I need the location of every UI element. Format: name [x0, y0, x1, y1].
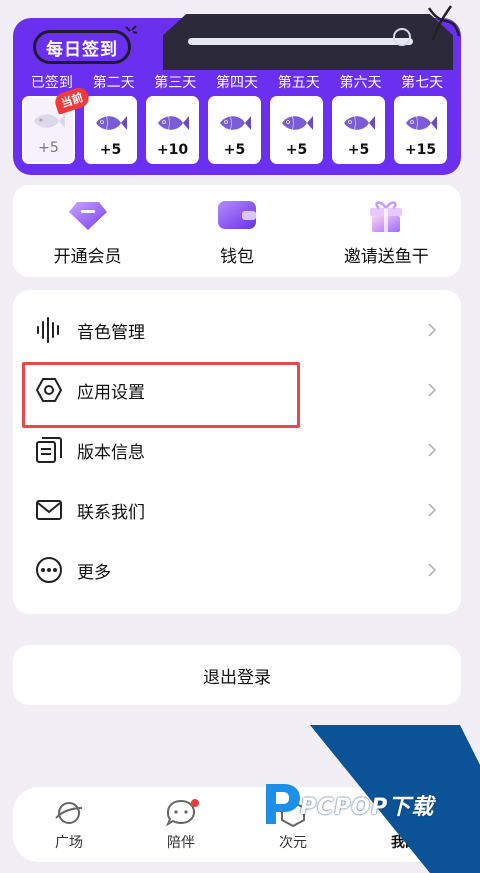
fish-icon	[157, 115, 189, 131]
quick-action-label: 邀请送鱼干	[343, 246, 429, 267]
quick-action-invite[interactable]: 邀请送鱼干	[312, 185, 461, 277]
menu-item-label: 版本信息	[77, 442, 145, 463]
day-label: 第四天	[216, 75, 259, 91]
day-label: 第六天	[339, 75, 382, 91]
watermark-logo-icon	[266, 784, 300, 824]
gift-icon	[370, 200, 403, 232]
chevron-right-icon	[428, 323, 437, 337]
checkin-day-labels: 已签到 第二天 第三天 第四天 第五天 第六天 第七天	[21, 72, 453, 92]
ring-decoration-icon	[393, 28, 411, 46]
vip-diamond-icon	[68, 201, 107, 230]
quick-action-label: 开通会员	[53, 246, 122, 267]
checkin-reward-value: +15	[404, 142, 437, 158]
day-label: 第二天	[92, 75, 135, 91]
nav-tab-companion[interactable]: 陪伴	[125, 787, 237, 862]
checkin-reward-value: +5	[347, 142, 370, 158]
nav-tab-label: 次元	[279, 834, 307, 851]
checkin-day-card[interactable]: +10	[146, 96, 199, 164]
menu-item-voice-management[interactable]: 音色管理	[13, 300, 461, 360]
checkin-day-card[interactable]: +5	[84, 96, 137, 164]
more-dots-icon	[36, 557, 62, 583]
logout-button[interactable]: 退出登录	[13, 645, 461, 705]
checkin-day-card[interactable]: +5	[270, 96, 323, 164]
fish-icon	[405, 115, 437, 131]
chevron-right-icon	[428, 383, 437, 397]
quick-action-wallet[interactable]: 钱包	[162, 185, 311, 277]
checkin-reward-value: +5	[285, 142, 308, 158]
version-document-icon	[36, 437, 62, 463]
wallet-icon	[217, 200, 256, 229]
nav-tab-label: 陪伴	[167, 834, 195, 851]
checkin-day-cards: +5 +5 +10 +5 +5 +5 +15	[21, 96, 453, 164]
voice-wave-icon	[37, 317, 59, 343]
checkin-reward-value: +5	[223, 142, 246, 158]
checkin-reward-value: +5	[99, 142, 122, 158]
planet-icon	[55, 801, 83, 824]
fish-icon	[219, 115, 251, 131]
checkin-reward-value: +10	[156, 142, 189, 158]
ribbon-decoration-icon	[427, 5, 461, 41]
sparkle-icon	[125, 25, 138, 34]
menu-item-label: 更多	[77, 562, 111, 583]
checkin-day-card[interactable]: +15	[394, 96, 447, 164]
quick-action-label: 钱包	[219, 246, 254, 267]
watermark-text: PCPOP下载	[300, 795, 435, 820]
checkin-day-card[interactable]: +5	[208, 96, 261, 164]
nav-tab-label: 广场	[55, 834, 83, 851]
daily-checkin-card: 每日签到 已签到 第二天 第三天 第四天 第五天 第六天 第七天 +5 +5 +…	[13, 5, 461, 175]
checkin-reward-value: +5	[38, 140, 59, 156]
menu-item-contact-us[interactable]: 联系我们	[13, 480, 461, 540]
checkin-title: 每日签到	[33, 25, 138, 64]
quick-action-vip[interactable]: 开通会员	[13, 185, 162, 277]
day-label: 第三天	[154, 75, 197, 91]
menu-item-app-settings[interactable]: 应用设置	[13, 360, 461, 420]
menu-item-label: 应用设置	[77, 382, 145, 403]
fish-icon	[343, 115, 375, 131]
fish-icon	[281, 115, 313, 131]
settings-menu-card: 音色管理 应用设置 版本信息 联系我们 更多	[13, 290, 461, 614]
menu-item-more[interactable]: 更多	[13, 540, 461, 600]
quick-actions-card: 开通会员 钱包 邀请送鱼干	[13, 185, 461, 277]
day-label: 第七天	[401, 75, 444, 91]
nav-tab-square[interactable]: 广场	[13, 787, 125, 862]
chevron-right-icon	[428, 503, 437, 517]
chevron-right-icon	[428, 443, 437, 457]
menu-item-label: 联系我们	[77, 502, 145, 523]
menu-item-label: 音色管理	[77, 322, 145, 343]
chevron-right-icon	[428, 563, 437, 577]
menu-item-version-info[interactable]: 版本信息	[13, 420, 461, 480]
fish-icon	[95, 115, 127, 131]
notification-dot	[191, 799, 199, 807]
settings-hexagon-icon	[36, 378, 62, 402]
day-label: 第五天	[277, 75, 320, 91]
watermark-subtext: PCPOP Download	[308, 815, 377, 824]
checkin-title-text: 每日签到	[46, 39, 118, 60]
mail-icon	[36, 500, 62, 520]
checkin-progress-bar	[188, 38, 413, 45]
checkin-day-card[interactable]: +5	[332, 96, 385, 164]
